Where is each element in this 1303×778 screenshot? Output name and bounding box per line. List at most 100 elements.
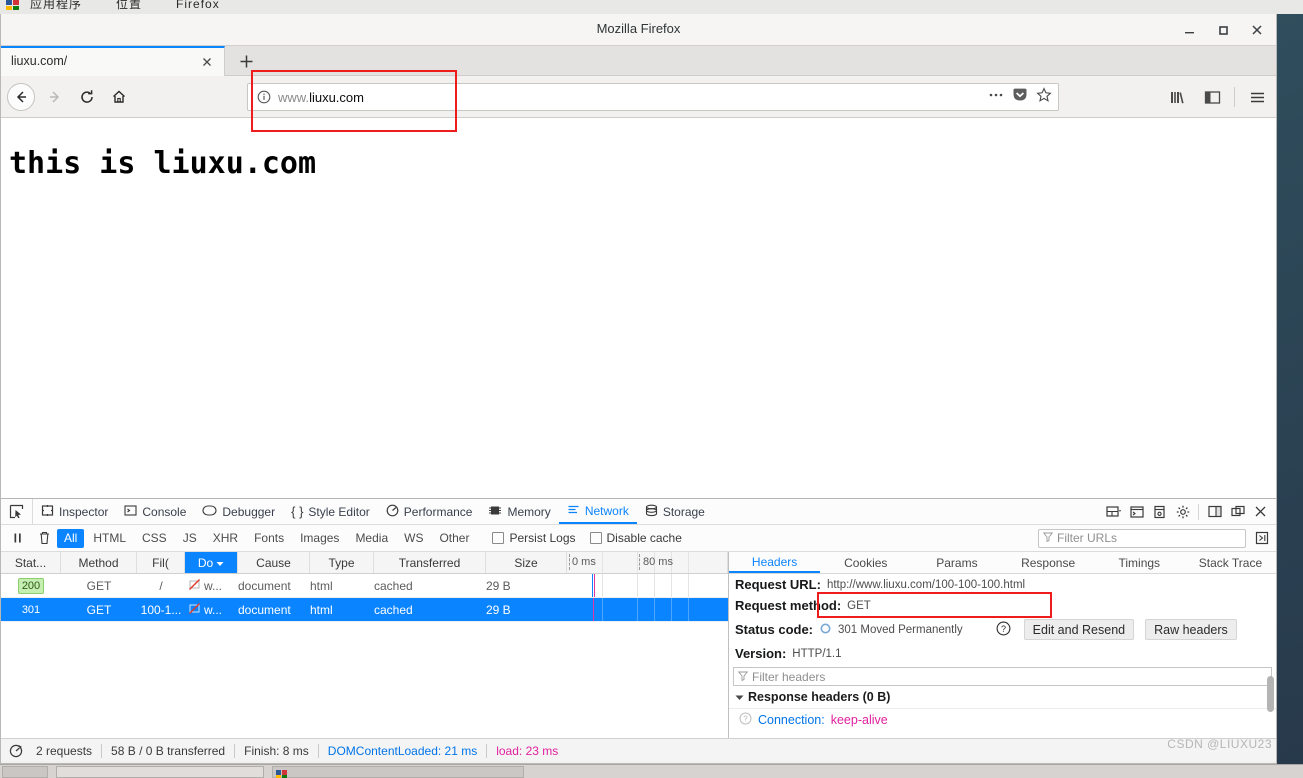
cell-transferred: cached: [374, 602, 413, 617]
devtools-tab-network[interactable]: Network: [558, 499, 637, 524]
column-header-size[interactable]: Size: [486, 552, 567, 573]
star-icon[interactable]: [1036, 86, 1052, 108]
devtools-tab-storage[interactable]: Storage: [637, 499, 713, 524]
pocket-icon[interactable]: [1012, 87, 1028, 108]
devtools-tab-debugger[interactable]: Debugger: [194, 499, 283, 524]
browser-tab[interactable]: liuxu.com/: [1, 46, 225, 76]
header-name: Connection:: [758, 713, 825, 727]
details-tab-response[interactable]: Response: [1003, 552, 1094, 573]
split-console-icon[interactable]: [1125, 499, 1148, 524]
plus-icon[interactable]: [227, 46, 265, 76]
dock-side-icon[interactable]: [1203, 499, 1226, 524]
toggle-details-icon[interactable]: [1250, 526, 1274, 550]
request-details-pane: Headers Cookies Params Response Timings …: [729, 552, 1276, 738]
column-header-type[interactable]: Type: [310, 552, 374, 573]
os-menu-items[interactable]: 应用程序 位置 Firefox: [30, 0, 254, 12]
devtools-tab-style-editor[interactable]: { } Style Editor: [283, 499, 378, 524]
reload-icon[interactable]: [73, 83, 101, 111]
no-cache-icon: [188, 578, 201, 594]
taskbar-item[interactable]: [56, 766, 264, 778]
filter-headers-input[interactable]: Filter headers: [733, 667, 1272, 686]
trash-icon[interactable]: [31, 526, 57, 550]
filter-urls-input[interactable]: Filter URLs: [1038, 528, 1246, 548]
taskbar-item-firefox[interactable]: [272, 766, 524, 778]
cell-method: GET: [86, 578, 112, 593]
disable-cache-checkbox[interactable]: Disable cache: [589, 531, 682, 545]
table-row[interactable]: 200 GET / w... document html cached 29 B: [1, 574, 728, 598]
column-header-domain[interactable]: Do: [185, 552, 238, 573]
devtools-tab-console[interactable]: Console: [116, 499, 194, 524]
close-devtools-icon[interactable]: [1249, 499, 1272, 524]
maximize-icon[interactable]: [1206, 14, 1240, 46]
info-circle-icon[interactable]: [257, 90, 271, 104]
url-bar[interactable]: www.liuxu.com: [247, 83, 1059, 111]
filter-type-images[interactable]: Images: [293, 529, 346, 548]
question-mark-icon[interactable]: ?: [996, 621, 1011, 639]
column-header-transferred[interactable]: Transferred: [374, 552, 486, 573]
home-icon[interactable]: [105, 83, 133, 111]
responsive-design-mode-icon[interactable]: [1102, 499, 1125, 524]
sidebar-icon[interactable]: [1197, 83, 1227, 111]
details-tab-stack-trace[interactable]: Stack Trace: [1185, 552, 1276, 573]
filter-type-ws[interactable]: WS: [397, 529, 430, 548]
separate-window-icon[interactable]: [1226, 499, 1249, 524]
arrow-right-icon[interactable]: [41, 83, 69, 111]
details-tab-headers[interactable]: Headers: [729, 552, 821, 573]
devtools-tab-inspector[interactable]: Inspector: [33, 499, 116, 524]
toolbar-divider: [1234, 87, 1235, 107]
pause-icon[interactable]: [5, 526, 31, 550]
filter-type-other[interactable]: Other: [432, 529, 476, 548]
ellipsis-icon[interactable]: [988, 88, 1004, 107]
os-menu-firefox[interactable]: Firefox: [176, 0, 220, 11]
library-icon[interactable]: [1163, 83, 1193, 111]
column-header-waterfall[interactable]: 0 ms 80 ms: [567, 552, 728, 573]
filter-type-html[interactable]: HTML: [86, 529, 133, 548]
hamburger-menu-icon[interactable]: [1242, 83, 1272, 111]
taskbar-item[interactable]: [2, 766, 48, 778]
network-throttle-icon[interactable]: [5, 744, 27, 758]
details-tab-cookies[interactable]: Cookies: [820, 552, 911, 573]
filter-type-media[interactable]: Media: [348, 529, 395, 548]
devtools-tab-memory[interactable]: Memory: [480, 499, 558, 524]
filter-type-all[interactable]: All: [57, 528, 85, 548]
close-icon[interactable]: [1240, 14, 1274, 46]
filter-type-xhr[interactable]: XHR: [206, 529, 245, 548]
os-menu-places[interactable]: 位置: [116, 0, 142, 11]
devtools-toolbar-actions: [1102, 499, 1276, 524]
column-header-cause[interactable]: Cause: [238, 552, 310, 573]
tab-label: Performance: [403, 504, 473, 519]
request-method-label: Request method:: [735, 598, 842, 613]
details-scrollbar[interactable]: [1267, 676, 1274, 712]
cell-file: /: [159, 578, 163, 593]
cell-status: 200: [1, 574, 61, 597]
column-header-method[interactable]: Method: [61, 552, 137, 573]
request-url-value[interactable]: http://www.liuxu.com/100-100-100.html: [827, 579, 1025, 591]
os-menu-applications[interactable]: 应用程序: [30, 0, 82, 11]
status-code-row: Status code: 301 Moved Permanently ? Edi…: [729, 616, 1276, 643]
filter-type-fonts[interactable]: Fonts: [247, 529, 291, 548]
column-header-status[interactable]: Stat...: [1, 552, 61, 573]
filter-type-js[interactable]: JS: [176, 529, 204, 548]
devtools-tab-performance[interactable]: Performance: [378, 499, 481, 524]
question-mark-icon[interactable]: ?: [739, 712, 752, 728]
header-row[interactable]: ? Connection: keep-alive: [729, 709, 1276, 731]
column-header-file[interactable]: Fil(: [137, 552, 185, 573]
filter-type-css[interactable]: CSS: [135, 529, 174, 548]
filter-headers-placeholder: Filter headers: [752, 669, 826, 684]
fedora-logo-icon: [6, 0, 20, 10]
arrow-left-icon[interactable]: [7, 83, 35, 111]
close-icon[interactable]: [198, 53, 216, 71]
raw-headers-button[interactable]: Raw headers: [1145, 619, 1237, 640]
page-content: this is liuxu.com: [1, 118, 1276, 498]
details-tab-params[interactable]: Params: [911, 552, 1002, 573]
edit-and-resend-button[interactable]: Edit and Resend: [1023, 619, 1135, 640]
response-headers-group[interactable]: Response headers (0 B): [729, 686, 1276, 709]
screenshot-icon[interactable]: [1148, 499, 1171, 524]
table-row[interactable]: 301 GET 100-1... w... document html cach…: [1, 598, 728, 622]
url-text[interactable]: www.liuxu.com: [278, 90, 988, 105]
element-picker-icon[interactable]: [1, 499, 33, 524]
settings-gear-icon[interactable]: [1171, 499, 1194, 524]
details-tab-timings[interactable]: Timings: [1094, 552, 1185, 573]
minimize-icon[interactable]: [1172, 14, 1206, 46]
persist-logs-checkbox[interactable]: Persist Logs: [492, 531, 576, 545]
